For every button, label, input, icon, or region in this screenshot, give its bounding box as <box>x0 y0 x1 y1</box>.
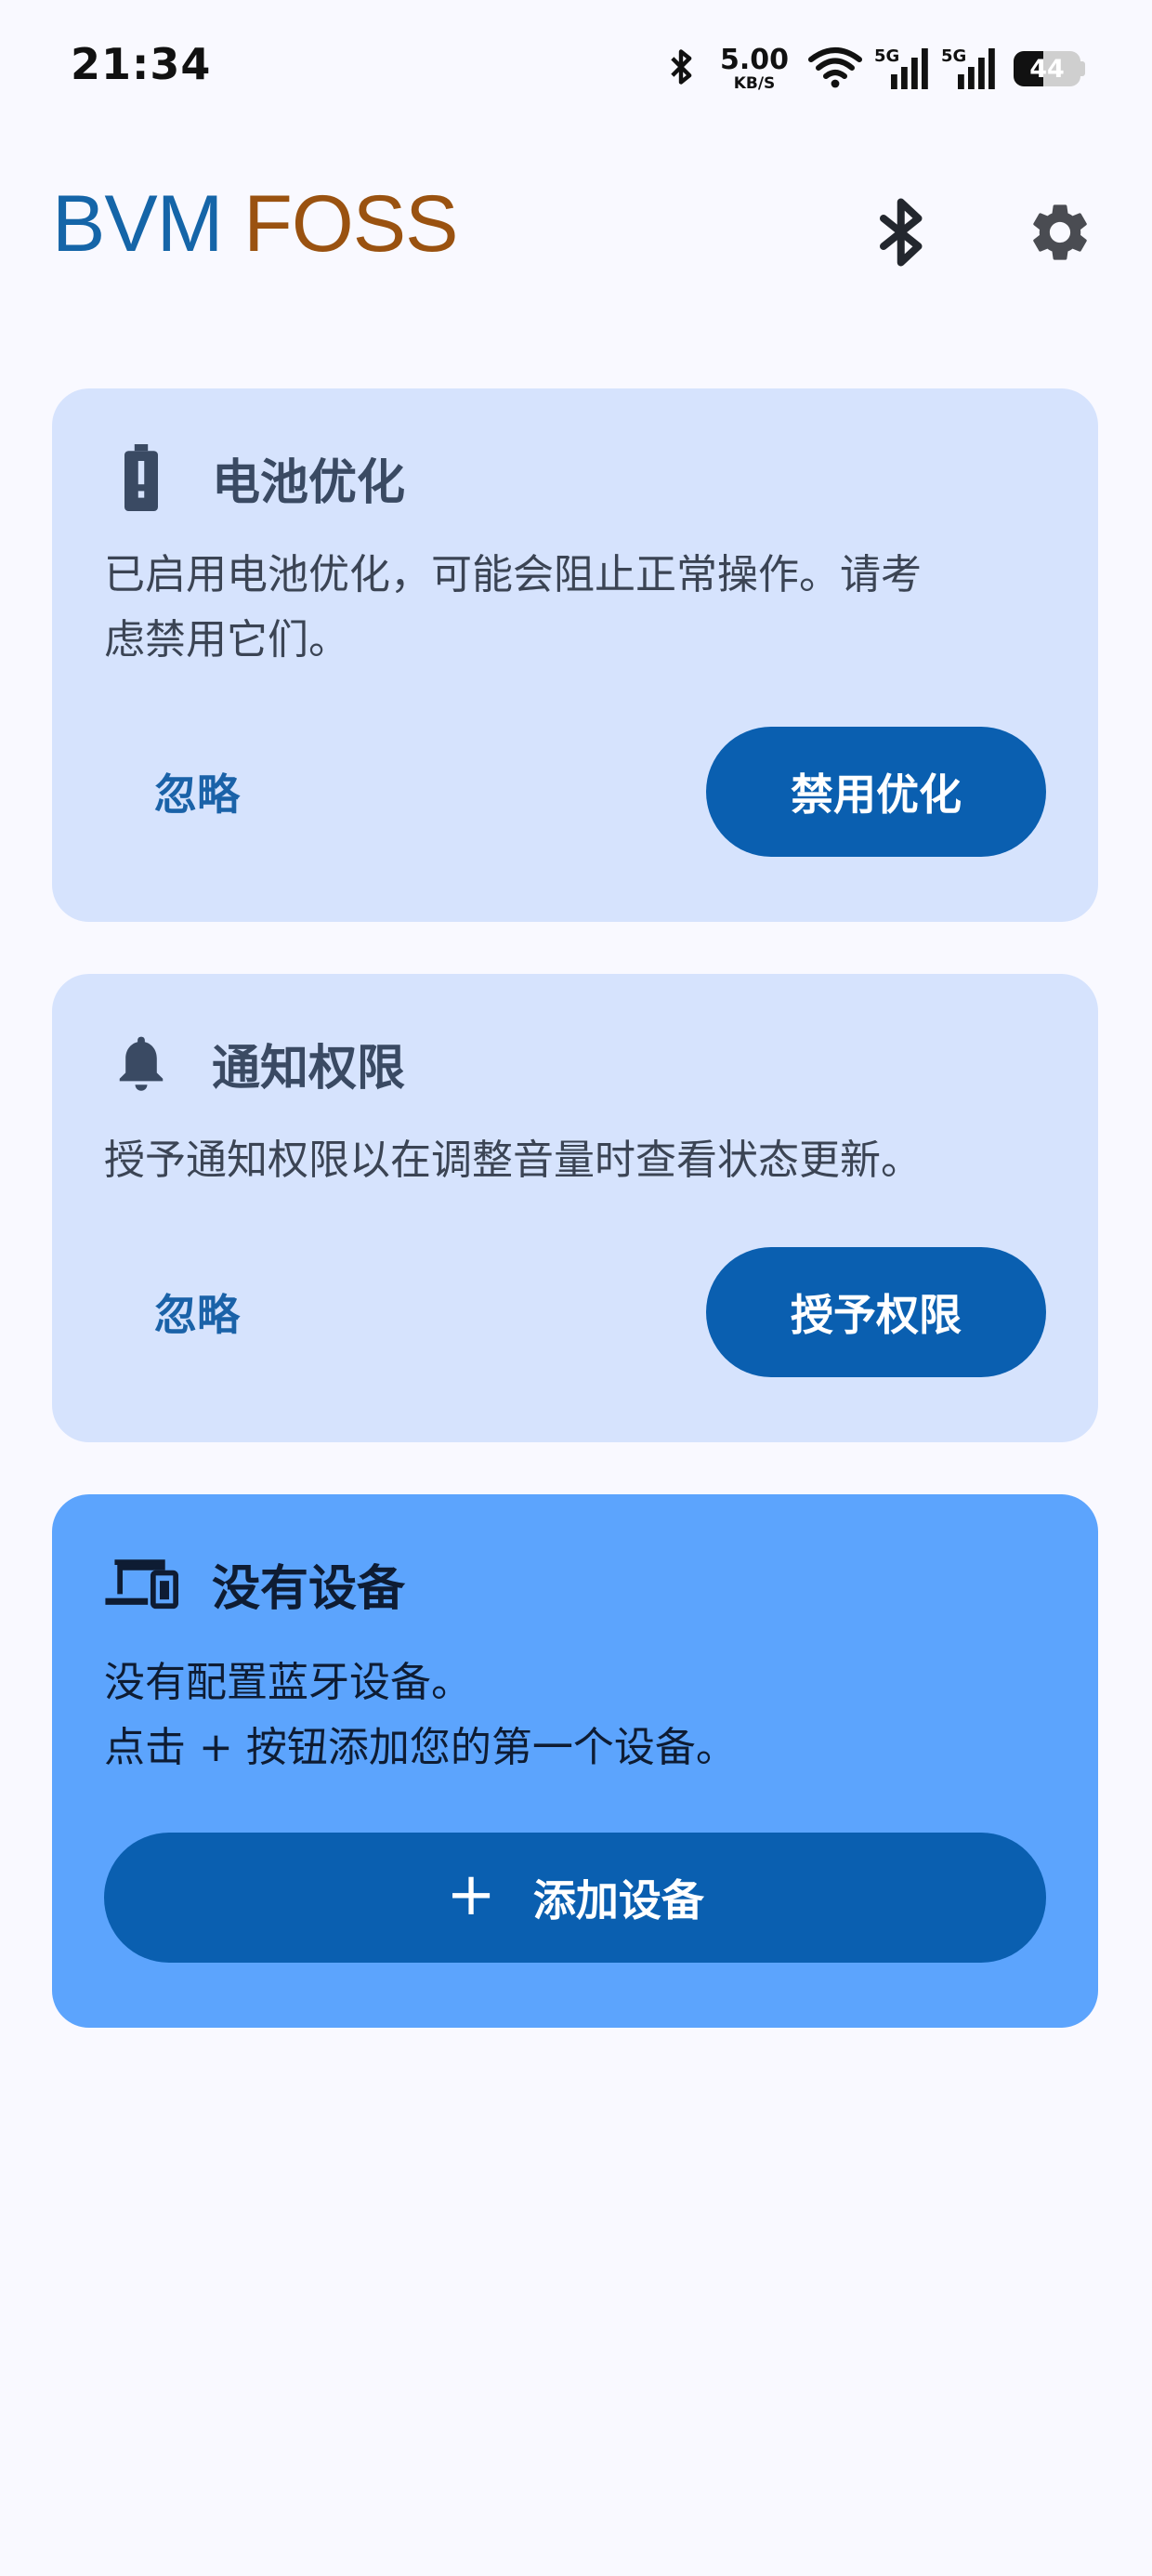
battery-alert-icon <box>104 440 178 515</box>
app-title-part1: BVM <box>52 179 223 269</box>
battery-nub <box>1080 61 1085 76</box>
speed-unit: KB/S <box>733 73 776 93</box>
ignore-button[interactable]: 忽略 <box>104 727 290 857</box>
app-title-part2: FOSS <box>243 179 458 269</box>
card-header: 没有设备 <box>104 1546 405 1621</box>
bluetooth-icon <box>880 198 923 267</box>
status-time: 21:34 <box>71 39 212 89</box>
disable-optimization-button[interactable]: 禁用优化 <box>706 727 1046 857</box>
add-device-button[interactable]: + 添加设备 <box>104 1833 1046 1963</box>
status-bar: 21:34 5.00 KB/S 5G 5G 44 <box>0 0 1152 139</box>
network-speed: 5.00 KB/S <box>720 46 789 92</box>
no-devices-card: 没有设备 没有配置蓝牙设备。 点击 + 按钮添加您的第一个设备。 + 添加设备 <box>52 1494 1098 2028</box>
card-header: 通知权限 <box>104 1026 405 1100</box>
status-icons: 5.00 KB/S 5G 5G 44 <box>661 41 1085 97</box>
settings-button[interactable] <box>1018 191 1102 274</box>
battery-icon: 44 <box>1008 51 1085 86</box>
wifi-icon <box>807 45 863 93</box>
card-description: 授予通知权限以在调整音量时查看状态更新。 <box>104 1137 922 1184</box>
notification-permission-card: 通知权限 授予通知权限以在调整音量时查看状态更新。 忽略 授予权限 <box>52 974 1098 1442</box>
card-title: 没有设备 <box>212 1560 406 1617</box>
bell-icon <box>104 1026 178 1100</box>
battery-body: 44 <box>1014 51 1080 86</box>
devices-icon <box>104 1546 178 1621</box>
bluetooth-button[interactable] <box>860 191 944 274</box>
signal-icon: 5G <box>941 46 997 91</box>
signal-icon: 5G <box>874 46 930 91</box>
card-header: 电池优化 <box>104 440 405 515</box>
card-title: 电池优化 <box>212 454 406 511</box>
settings-icon <box>1033 204 1087 260</box>
card-description: 没有配置蓝牙设备。 点击 + 按钮添加您的第一个设备。 <box>104 1659 737 1771</box>
ignore-button[interactable]: 忽略 <box>104 1247 290 1377</box>
grant-permission-button[interactable]: 授予权限 <box>706 1247 1046 1377</box>
speed-value: 5.00 <box>719 43 789 76</box>
battery-optimization-card: 电池优化 已启用电池优化，可能会阻止正常操作。请考 虑禁用它们。 忽略 禁用优化 <box>52 388 1098 922</box>
bluetooth-icon <box>661 44 701 94</box>
battery-level: 44 <box>1029 54 1065 84</box>
card-description: 已启用电池优化，可能会阻止正常操作。请考 虑禁用它们。 <box>104 551 922 664</box>
card-title: 通知权限 <box>212 1040 406 1097</box>
add-device-label: 添加设备 <box>532 1875 704 1925</box>
app-title: BVM FOSS <box>52 184 458 264</box>
plus-icon: + <box>446 1860 496 1929</box>
